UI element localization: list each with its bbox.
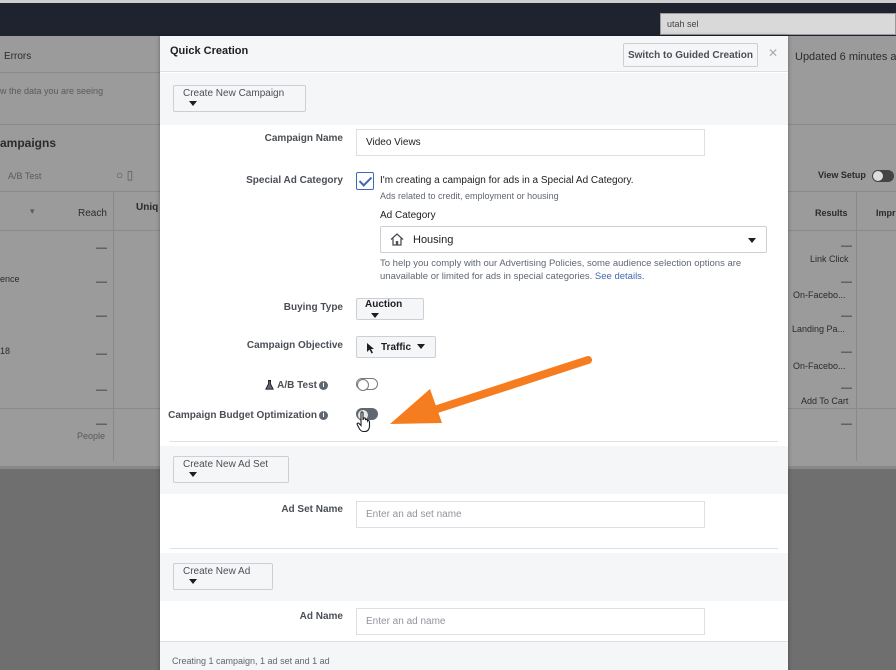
- result-3: On-Facebo...: [793, 361, 846, 371]
- modal-footer: Creating 1 campaign, 1 ad set and 1 ad: [160, 641, 788, 670]
- result-0: Link Click: [810, 254, 849, 264]
- result-1: On-Facebo...: [793, 290, 846, 300]
- see-details-link[interactable]: See details.: [595, 271, 645, 282]
- ad-set-name-input[interactable]: [356, 501, 705, 528]
- bg-row-label: ence: [0, 274, 20, 284]
- updated-text: Updated 6 minutes a: [795, 51, 896, 63]
- campaign-objective-label: Campaign Objective: [246, 340, 343, 351]
- top-bar: utah sel: [0, 0, 896, 36]
- special-ad-checkbox-text: I'm creating a campaign for ads in a Spe…: [380, 175, 634, 186]
- ad-name-label: Ad Name: [299, 611, 343, 622]
- special-ad-category-label: Special Ad Category: [246, 175, 343, 186]
- special-ad-category-checkbox[interactable]: [356, 172, 374, 190]
- view-setup-label: View Setup: [818, 170, 866, 180]
- campaign-objective-value: Traffic: [381, 341, 412, 353]
- special-ad-subtext: Ads related to credit, employment or hou…: [380, 191, 559, 201]
- result-2: Landing Pa...: [792, 324, 846, 334]
- ab-test-label: A/B Test i: [148, 380, 328, 391]
- chevron-down-icon: [189, 579, 197, 585]
- col-results: Results: [815, 208, 848, 218]
- create-new-campaign-label: Create New Campaign: [183, 87, 285, 99]
- ad-category-select[interactable]: Housing: [380, 226, 767, 253]
- buying-type-label: Buying Type: [283, 302, 343, 313]
- close-icon[interactable]: ✕: [768, 46, 778, 60]
- bg-row-label-18: 18: [0, 346, 11, 356]
- chevron-down-icon: [189, 101, 197, 107]
- campaign-name-input[interactable]: [356, 129, 705, 156]
- hand-cursor-icon: [356, 411, 371, 433]
- policy-text-line-2: unavailable or limited for ads in specia…: [380, 271, 645, 282]
- ad-category-label: Ad Category: [380, 210, 436, 221]
- ab-test-bg-button[interactable]: A/B Test: [8, 171, 41, 181]
- chevron-down-icon: [748, 238, 756, 243]
- buying-type-dropdown[interactable]: Auction: [356, 298, 424, 320]
- result-4: Add To Cart: [801, 396, 849, 406]
- creation-summary-text: Creating 1 campaign, 1 ad set and 1 ad: [172, 656, 330, 666]
- chevron-down-icon: [417, 344, 426, 350]
- campaign-section-bar: Create New Campaign: [160, 73, 788, 125]
- ad-section-bar: Create New Ad: [160, 553, 788, 601]
- create-new-ad-set-dropdown[interactable]: Create New Ad Set: [173, 456, 289, 483]
- create-new-ad-set-label: Create New Ad Set: [183, 458, 269, 470]
- create-new-ad-label: Create New Ad: [183, 565, 251, 577]
- ad-set-name-label: Ad Set Name: [281, 504, 343, 515]
- campaign-name-label: Campaign Name: [264, 133, 343, 144]
- errors-label: Errors: [4, 51, 32, 62]
- policy-text-line-1: To help you comply with our Advertising …: [380, 258, 742, 269]
- quick-creation-modal: Quick Creation Switch to Guided Creation…: [160, 36, 788, 670]
- chevron-down-icon: [189, 472, 197, 478]
- bg-toolbar-icons: ○ ▯: [116, 168, 134, 182]
- switch-to-guided-creation-button[interactable]: Switch to Guided Creation: [623, 43, 758, 67]
- col-impressions: Impr: [876, 208, 896, 218]
- info-icon[interactable]: i: [319, 380, 328, 390]
- chevron-down-icon: [371, 312, 379, 318]
- buying-type-value: Auction: [365, 299, 403, 310]
- create-new-ad-dropdown[interactable]: Create New Ad: [173, 563, 273, 590]
- ab-test-toggle[interactable]: [356, 378, 378, 391]
- cursor-pointer-icon: [367, 343, 374, 354]
- cbo-label: Campaign Budget Optimization i: [148, 410, 328, 421]
- view-setup-toggle[interactable]: [872, 170, 894, 182]
- ad-category-value: Housing: [413, 233, 454, 246]
- search-input-bg[interactable]: utah sel: [660, 13, 896, 35]
- col-unique: Uniq: [136, 202, 159, 213]
- info-icon[interactable]: i: [319, 410, 328, 420]
- house-icon: [390, 233, 404, 246]
- people-label: People: [77, 431, 106, 441]
- campaigns-heading: ampaigns: [0, 136, 57, 150]
- flask-icon: [265, 380, 275, 391]
- col-reach: Reach: [78, 208, 107, 219]
- ad-name-input[interactable]: [356, 608, 705, 635]
- modal-title: Quick Creation: [170, 45, 249, 57]
- data-hint: w the data you are seeing: [0, 86, 104, 96]
- ad-set-section-bar: Create New Ad Set: [160, 446, 788, 494]
- create-new-campaign-dropdown[interactable]: Create New Campaign: [173, 85, 306, 112]
- annotation-arrow: [390, 356, 592, 424]
- modal-header: Quick Creation Switch to Guided Creation…: [160, 36, 788, 72]
